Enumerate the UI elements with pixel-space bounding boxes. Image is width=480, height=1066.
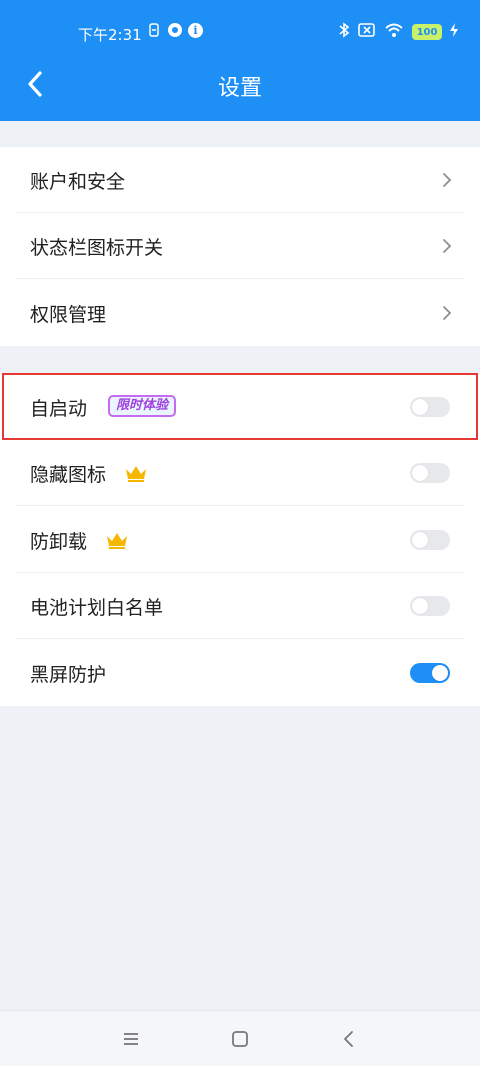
info-icon: i xyxy=(188,22,203,38)
settings-item-label: 账户和安全 xyxy=(30,170,126,193)
nav-bar: 设置 xyxy=(0,56,480,112)
settings-item-battery-whitelist: 电池计划白名单 xyxy=(0,573,480,639)
status-time: 下午2:31 xyxy=(78,26,142,44)
status-right-icons: 100 xyxy=(338,22,458,42)
system-nav-bar xyxy=(0,1010,480,1066)
settings-item-label: 防卸载 xyxy=(30,530,88,553)
menu-icon xyxy=(124,1033,138,1045)
home-button[interactable] xyxy=(229,1028,251,1050)
toggle-knob xyxy=(412,532,428,548)
record-icon xyxy=(168,23,182,37)
app-header: 下午2:31 i 100 设置 xyxy=(0,0,480,121)
divider xyxy=(16,638,464,639)
divider xyxy=(16,505,464,506)
settings-section-1: 账户和安全 状态栏图标开关 权限管理 xyxy=(0,147,480,346)
settings-item-anti-uninstall: 防卸载 xyxy=(0,507,480,573)
settings-item-statusbar-icons[interactable]: 状态栏图标开关 xyxy=(0,213,480,279)
settings-item-permissions[interactable]: 权限管理 xyxy=(0,280,480,346)
sim-icon xyxy=(146,22,162,38)
status-bar: 下午2:31 i 100 xyxy=(0,18,480,48)
toggle-knob xyxy=(432,665,448,681)
crown-icon xyxy=(126,466,146,482)
toggle-knob xyxy=(412,598,428,614)
system-back-button[interactable] xyxy=(338,1028,360,1050)
square-icon xyxy=(232,1031,248,1047)
settings-item-label: 隐藏图标 xyxy=(30,463,107,486)
bluetooth-icon xyxy=(338,22,350,42)
anti-uninstall-toggle[interactable] xyxy=(410,530,450,550)
black-screen-protection-toggle[interactable] xyxy=(410,663,450,683)
settings-item-label: 黑屏防护 xyxy=(30,663,107,686)
menu-button[interactable] xyxy=(120,1028,142,1050)
divider xyxy=(16,278,464,279)
status-left-icons: i xyxy=(146,22,203,38)
battery-icon: 100 xyxy=(412,24,442,40)
chevron-right-icon xyxy=(443,239,452,253)
settings-item-label: 电池计划白名单 xyxy=(30,596,164,619)
toggle-knob xyxy=(412,465,428,481)
highlight-box xyxy=(2,373,478,440)
triangle-back-icon xyxy=(344,1031,353,1047)
settings-item-label: 状态栏图标开关 xyxy=(30,236,164,259)
battery-whitelist-toggle[interactable] xyxy=(410,596,450,616)
page-title: 设置 xyxy=(217,76,262,101)
hide-icon-toggle[interactable] xyxy=(410,463,450,483)
settings-item-label: 权限管理 xyxy=(30,303,107,326)
charging-icon xyxy=(450,23,458,41)
wifi-icon xyxy=(384,22,404,42)
chevron-right-icon xyxy=(443,173,452,187)
crown-icon xyxy=(107,533,127,549)
settings-item-hide-icon: 隐藏图标 xyxy=(0,440,480,506)
settings-item-account-security[interactable]: 账户和安全 xyxy=(0,147,480,213)
settings-item-black-screen-protection: 黑屏防护 xyxy=(0,640,480,706)
chevron-right-icon xyxy=(443,306,452,320)
no-sim-icon xyxy=(358,22,376,42)
